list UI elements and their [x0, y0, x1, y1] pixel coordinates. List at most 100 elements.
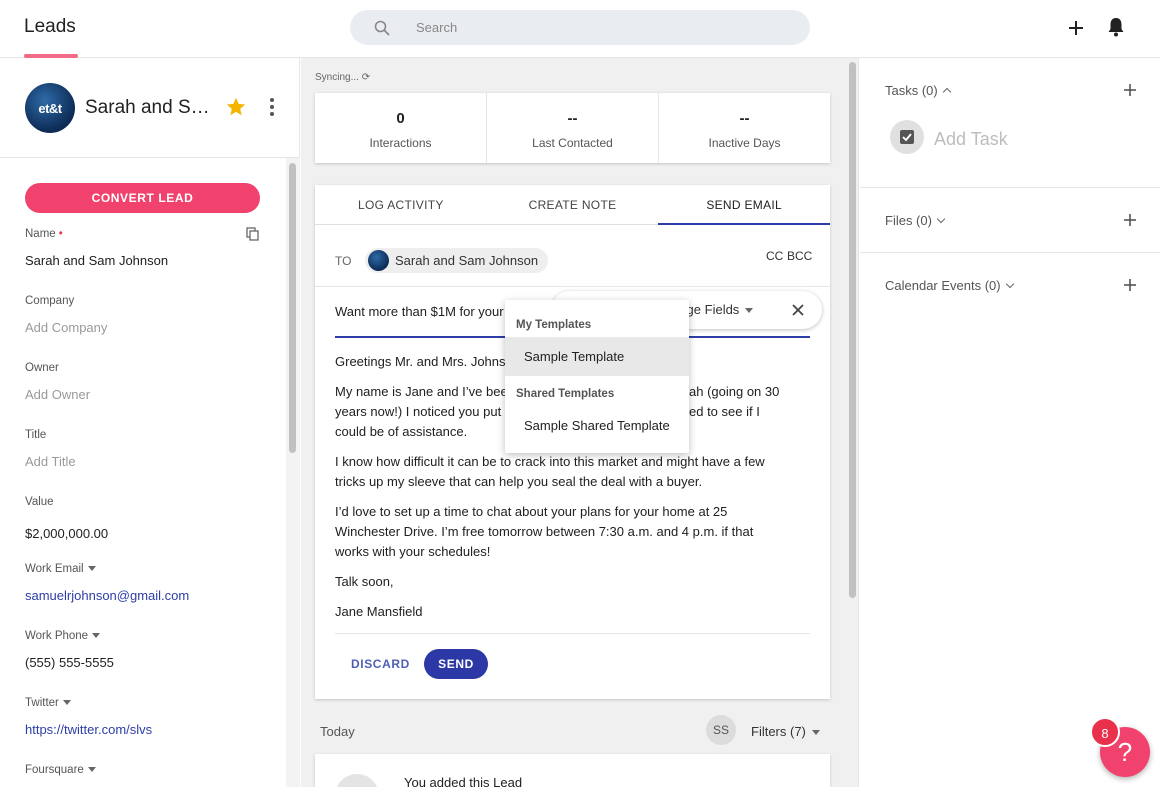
tasks-label: Tasks (0)	[885, 83, 938, 98]
email-body-line[interactable]: My name is Jane and I’ve bee	[335, 382, 508, 402]
company-field-value[interactable]: Add Company	[25, 320, 107, 335]
top-bar: Leads	[0, 0, 1160, 58]
add-event-icon[interactable]	[1123, 278, 1137, 292]
search-input[interactable]	[416, 10, 796, 45]
recipient-chip[interactable]: Sarah and Sam Johnson	[365, 248, 549, 273]
discard-button[interactable]: DISCARD	[351, 657, 410, 671]
files-section-header[interactable]: Files (0)	[885, 213, 946, 228]
left-scrollbar-thumb[interactable]	[289, 163, 296, 453]
notification-badge: 8	[1090, 717, 1120, 747]
email-body-line[interactable]: Talk soon,	[335, 572, 775, 592]
foursquare-label-text: Foursquare	[25, 764, 84, 776]
more-vert-icon[interactable]	[263, 97, 281, 117]
checkbox-icon	[900, 130, 914, 144]
stat-value: 0	[396, 110, 405, 127]
add-icon[interactable]	[1066, 18, 1086, 38]
name-field-label: Name •	[25, 228, 63, 240]
tasks-section-header[interactable]: Tasks (0)	[885, 83, 951, 98]
chevron-down-icon	[745, 308, 754, 314]
email-body-line[interactable]: ed to see if I	[689, 402, 760, 422]
email-body-line[interactable]: Winchester Drive. I’m free tomorrow betw…	[335, 522, 795, 542]
stat-inactive-days: -- Inactive Days	[659, 93, 830, 163]
twitter-field-label[interactable]: Twitter	[25, 697, 71, 709]
work-phone-field-value[interactable]: (555) 555-5555	[25, 655, 114, 670]
email-body-line[interactable]: years now!) I noticed you put y	[335, 402, 511, 422]
recipient-name: Sarah and Sam Johnson	[395, 253, 539, 268]
lead-header: et&t Sarah and Sam Johnson	[0, 58, 299, 158]
title-field-label: Title	[25, 429, 47, 441]
value-field-value[interactable]: $2,000,000.00	[25, 526, 108, 541]
subject-input[interactable]: Want more than $1M for your	[335, 304, 504, 319]
cc-button[interactable]: CC	[766, 249, 783, 263]
template-option[interactable]: Sample Template	[505, 337, 689, 376]
email-body-line[interactable]: ah (going on 30	[689, 382, 779, 402]
work-email-field-value[interactable]: samuelrjohnson@gmail.com	[25, 588, 189, 603]
tab-create-note[interactable]: CREATE NOTE	[487, 185, 659, 224]
foursquare-field-label[interactable]: Foursquare	[25, 764, 96, 776]
calendar-label: Calendar Events (0)	[885, 278, 1001, 293]
center-scrollbar-thumb[interactable]	[849, 62, 856, 598]
stat-label: Interactions	[369, 136, 432, 150]
search-bar[interactable]	[350, 10, 810, 45]
right-panel: Tasks (0) Add Task Files (0) Calendar Ev…	[860, 58, 1160, 787]
calendar-section-header[interactable]: Calendar Events (0)	[885, 278, 1014, 293]
close-icon[interactable]	[790, 302, 806, 318]
email-body-line[interactable]: works with your schedules!	[335, 542, 775, 562]
chevron-down-icon	[87, 566, 96, 572]
tab-send-email[interactable]: SEND EMAIL	[658, 185, 830, 225]
email-body-line[interactable]: I’d love to set up a time to chat about …	[335, 502, 775, 522]
email-body-line[interactable]: tricks up my sleeve that can help you se…	[335, 472, 775, 492]
owner-field-value[interactable]: Add Owner	[25, 387, 90, 402]
work-phone-field-label[interactable]: Work Phone	[25, 630, 101, 642]
stat-label: Last Contacted	[532, 136, 613, 150]
sync-status: Syncing... ⟳	[315, 72, 370, 83]
left-scrollbar[interactable]	[286, 158, 300, 787]
add-task-input[interactable]: Add Task	[934, 129, 1008, 150]
work-email-field-label[interactable]: Work Email	[25, 563, 96, 575]
activity-card: You added this Lead	[315, 754, 830, 787]
activity-text: You added this Lead	[404, 775, 523, 787]
send-button[interactable]: SEND	[424, 649, 488, 679]
name-label-text: Name	[25, 228, 56, 240]
shared-templates-header: Shared Templates	[516, 388, 615, 400]
email-body-line[interactable]: I know how difficult it can be to crack …	[335, 452, 795, 472]
files-label: Files (0)	[885, 213, 932, 228]
lead-stats: 0 Interactions -- Last Contacted -- Inac…	[315, 93, 830, 163]
twitter-label-text: Twitter	[25, 697, 59, 709]
name-field-value[interactable]: Sarah and Sam Johnson	[25, 253, 168, 268]
email-body-line[interactable]: Jane Mansfield	[335, 602, 775, 622]
stat-value: --	[567, 110, 578, 127]
stat-last-contacted: -- Last Contacted	[487, 93, 659, 163]
value-field-label: Value	[25, 496, 54, 508]
star-icon[interactable]	[225, 96, 247, 118]
add-file-icon[interactable]	[1123, 213, 1137, 227]
bell-icon[interactable]	[1106, 16, 1126, 38]
compose-tabs: LOG ACTIVITY CREATE NOTE SEND EMAIL	[315, 185, 830, 225]
add-task-icon[interactable]	[1123, 83, 1137, 97]
tab-log-activity[interactable]: LOG ACTIVITY	[315, 185, 487, 224]
filters-button[interactable]: Filters (7)	[751, 724, 820, 739]
timeline-date-label: Today	[320, 724, 355, 739]
stat-interactions: 0 Interactions	[315, 93, 487, 163]
work-email-label-text: Work Email	[25, 563, 84, 575]
my-templates-header: My Templates	[516, 319, 592, 331]
template-option[interactable]: Sample Shared Template	[505, 406, 689, 445]
company-field-label: Company	[25, 295, 75, 307]
activity-avatar	[335, 774, 379, 787]
divider	[315, 286, 830, 287]
chevron-down-icon	[87, 767, 96, 773]
lead-avatar[interactable]: et&t	[25, 83, 75, 133]
avatar-logo-text: et&t	[38, 100, 62, 116]
twitter-field-value[interactable]: https://twitter.com/slvs	[25, 722, 152, 737]
bcc-button[interactable]: BCC	[787, 249, 812, 263]
convert-lead-button[interactable]: CONVERT LEAD	[25, 183, 260, 213]
divider	[860, 252, 1160, 253]
task-checkbox[interactable]	[890, 120, 924, 154]
app-title: Leads	[24, 16, 76, 37]
copy-icon[interactable]	[246, 227, 260, 241]
center-scrollbar[interactable]	[846, 58, 859, 787]
user-avatar[interactable]: SS	[706, 715, 736, 745]
lead-name: Sarah and Sam Johnson	[85, 97, 215, 118]
title-field-value[interactable]: Add Title	[25, 454, 76, 469]
owner-field-label: Owner	[25, 362, 59, 374]
